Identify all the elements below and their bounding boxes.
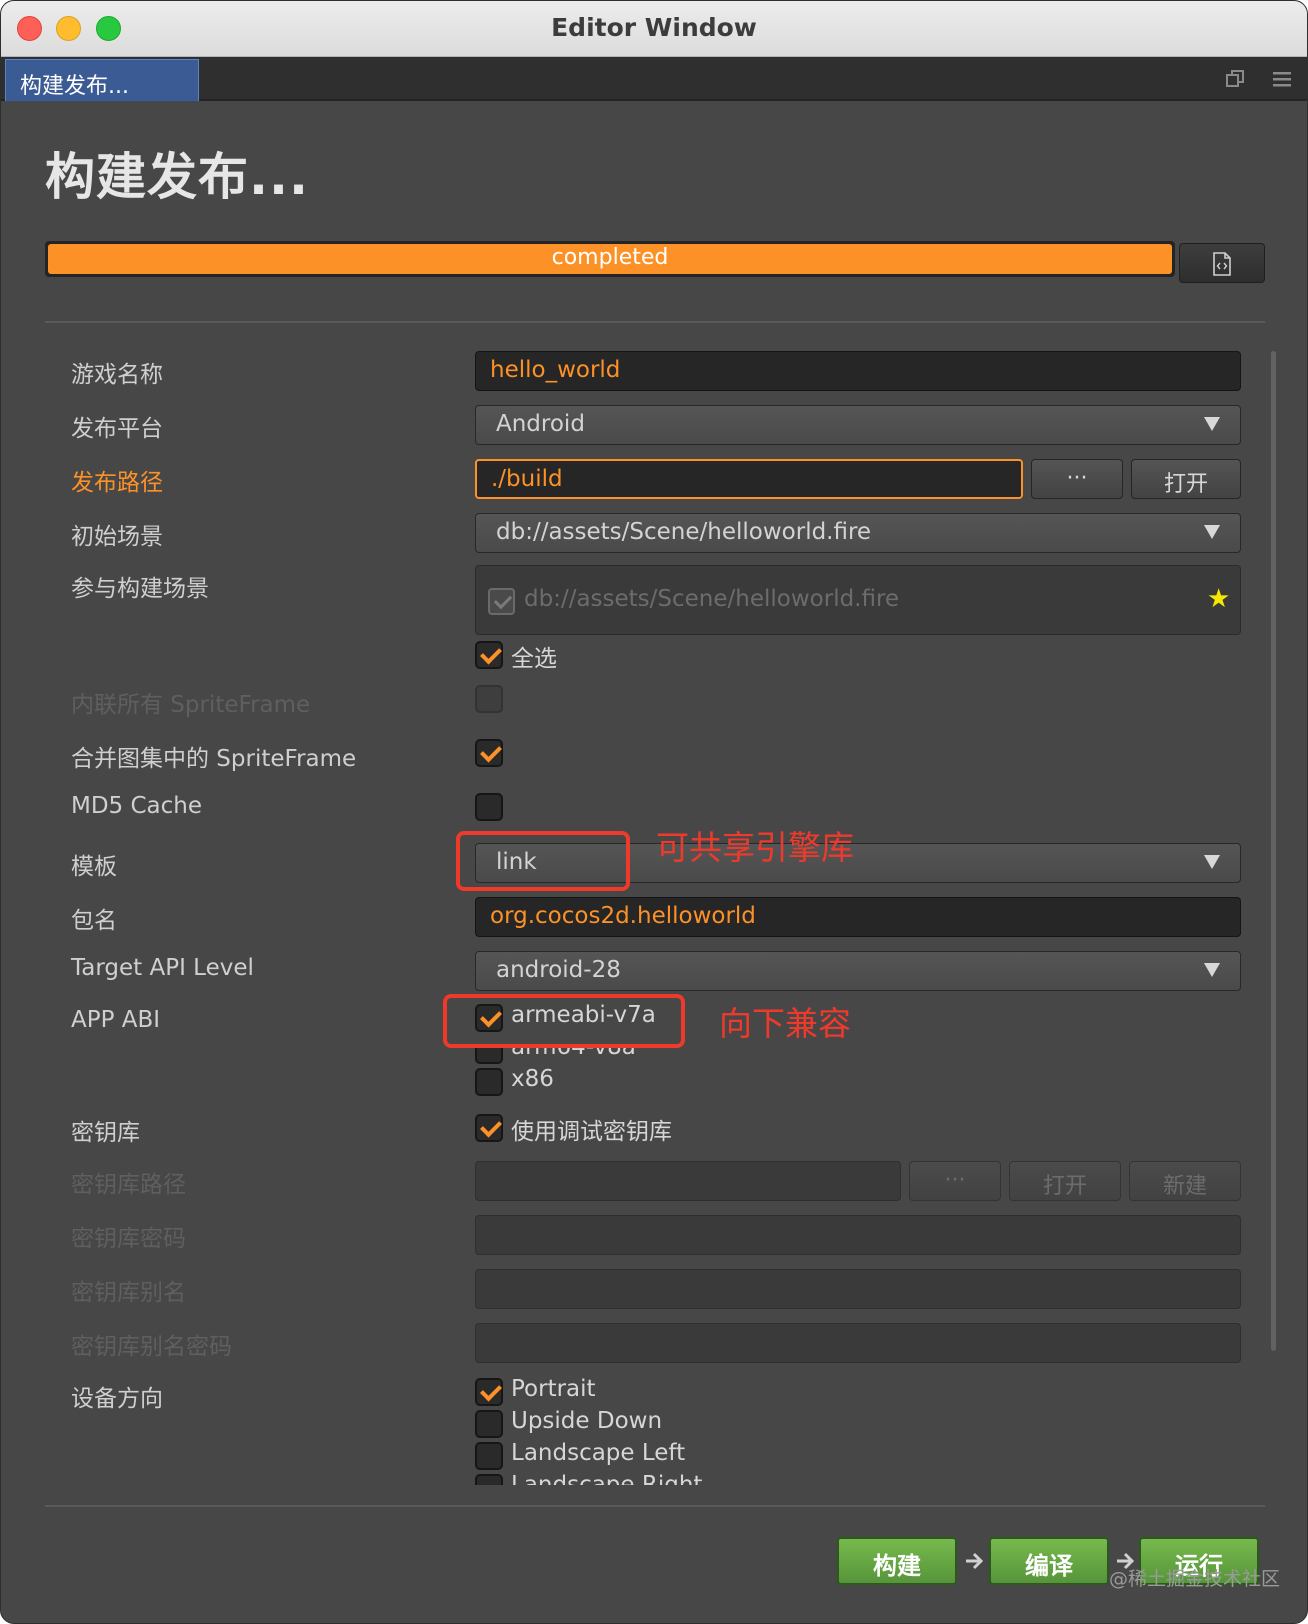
platform-select[interactable]: Android: [475, 405, 1241, 445]
dropdown-arrow-icon: [1204, 963, 1220, 977]
build-progress-bar: completed: [45, 241, 1175, 277]
select-all-label: 全选: [511, 646, 557, 672]
keystore-password-input: [475, 1215, 1241, 1255]
open-log-button[interactable]: [1179, 243, 1265, 283]
build-path-label: 发布路径: [71, 470, 163, 496]
compile-button[interactable]: 编译: [989, 1537, 1109, 1585]
start-scene-value: db://assets/Scene/helloworld.fire: [496, 519, 872, 545]
dropdown-arrow-icon: [1204, 417, 1220, 431]
star-icon: ★: [1207, 584, 1231, 614]
build-button[interactable]: 构建: [837, 1537, 957, 1585]
orientation-landscape-left-label: Landscape Left: [511, 1440, 686, 1466]
scene-checkbox: [488, 588, 515, 615]
abi-x86-label: x86: [511, 1066, 554, 1092]
keystore-new-button: 新建: [1129, 1161, 1241, 1201]
template-label: 模板: [71, 854, 117, 880]
progress-fill: completed: [48, 244, 1172, 274]
start-scene-select[interactable]: db://assets/Scene/helloworld.fire: [475, 513, 1241, 553]
package-name-input[interactable]: org.cocos2d.helloworld: [475, 897, 1241, 937]
abi-annotation: 向下兼容: [719, 1004, 851, 1043]
merge-spriteframe-label: 合并图集中的 SpriteFrame: [71, 746, 357, 772]
top-divider: [45, 321, 1265, 323]
use-debug-keystore-checkbox[interactable]: [475, 1114, 503, 1142]
orientation-options: Portrait Upside Down Landscape Left Land…: [461, 1371, 1261, 1485]
popout-icon[interactable]: [1225, 69, 1245, 89]
md5-cache-label: MD5 Cache: [71, 793, 203, 819]
keystore-path-browse-button: ···: [909, 1161, 1001, 1201]
template-annotation-box: [456, 831, 630, 891]
progress-status: completed: [551, 245, 669, 270]
included-scenes-label: 参与构建场景: [71, 576, 209, 602]
keystore-alias-input: [475, 1269, 1241, 1309]
abi-x86-checkbox[interactable]: [475, 1068, 503, 1096]
keystore-alias-password-input: [475, 1323, 1241, 1363]
file-code-icon: [1213, 252, 1231, 276]
bottom-divider: [45, 1505, 1265, 1507]
arrow-right-icon: [966, 1552, 984, 1570]
orientation-landscape-right-label: Landscape Right: [511, 1472, 703, 1485]
abi-armeabi-v7a-checkbox-front[interactable]: [475, 1004, 503, 1032]
keystore-password-label: 密钥库密码: [71, 1226, 186, 1252]
target-api-label: Target API Level: [71, 955, 254, 981]
orientation-portrait-checkbox[interactable]: [475, 1378, 503, 1406]
package-name-label: 包名: [71, 908, 117, 934]
keystore-path-input: [475, 1161, 901, 1201]
game-name-label: 游戏名称: [71, 362, 163, 388]
start-scene-label: 初始场景: [71, 524, 163, 550]
build-path-open-button[interactable]: 打开: [1131, 459, 1241, 499]
platform-value: Android: [496, 411, 585, 437]
scene-list: db://assets/Scene/helloworld.fire ★: [475, 565, 1241, 635]
md5-cache-checkbox[interactable]: [475, 793, 503, 821]
keystore-label: 密钥库: [71, 1120, 140, 1146]
watermark: @稀土掘金技术社区: [1109, 1568, 1281, 1590]
platform-label: 发布平台: [71, 416, 163, 442]
orientation-upside-down-label: Upside Down: [511, 1408, 663, 1434]
build-path-input[interactable]: ./build: [475, 459, 1023, 499]
orientation-label: 设备方向: [71, 1386, 163, 1412]
inline-spriteframe-label: 内联所有 SpriteFrame: [71, 692, 311, 718]
tab-build[interactable]: 构建发布...: [5, 59, 199, 101]
scrollbar[interactable]: [1271, 351, 1276, 1351]
keystore-alias-label: 密钥库别名: [71, 1280, 186, 1306]
tab-bar: 构建发布...: [1, 57, 1307, 101]
build-path-browse-button[interactable]: ···: [1031, 459, 1123, 499]
target-api-select[interactable]: android-28: [475, 951, 1241, 991]
dropdown-arrow-icon: [1204, 855, 1220, 869]
window-title: Editor Window: [551, 13, 757, 42]
app-abi-label: APP ABI: [71, 1007, 161, 1033]
merge-spriteframe-checkbox[interactable]: [475, 739, 503, 767]
target-api-value: android-28: [496, 957, 621, 983]
scene-item: db://assets/Scene/helloworld.fire: [524, 586, 900, 612]
select-all-checkbox[interactable]: [475, 641, 503, 669]
build-panel: 构建发布... completed 游戏名称 hello_world 发布平台 …: [1, 101, 1307, 1623]
orientation-landscape-left-checkbox[interactable]: [475, 1442, 503, 1470]
keystore-path-label: 密钥库路径: [71, 1172, 186, 1198]
keystore-alias-password-label: 密钥库别名密码: [71, 1334, 232, 1360]
orientation-upside-down-checkbox[interactable]: [475, 1410, 503, 1438]
dropdown-arrow-icon: [1204, 525, 1220, 539]
keystore-path-open-button: 打开: [1009, 1161, 1121, 1201]
game-name-input[interactable]: hello_world: [475, 351, 1241, 391]
panel-menu-icon[interactable]: [1272, 69, 1292, 89]
inline-spriteframe-checkbox: [475, 685, 503, 713]
orientation-portrait-label: Portrait: [511, 1376, 596, 1402]
page-title: 构建发布...: [45, 148, 309, 206]
orientation-landscape-right-checkbox[interactable]: [475, 1474, 503, 1485]
template-annotation: 可共享引擎库: [656, 828, 854, 867]
title-bar: Editor Window: [1, 1, 1307, 57]
abi-armeabi-v7a-label-front: armeabi-v7a: [511, 1002, 656, 1028]
editor-window: Editor Window 构建发布... 构建发布... completed: [0, 0, 1308, 1624]
use-debug-keystore-label: 使用调试密钥库: [511, 1119, 672, 1145]
